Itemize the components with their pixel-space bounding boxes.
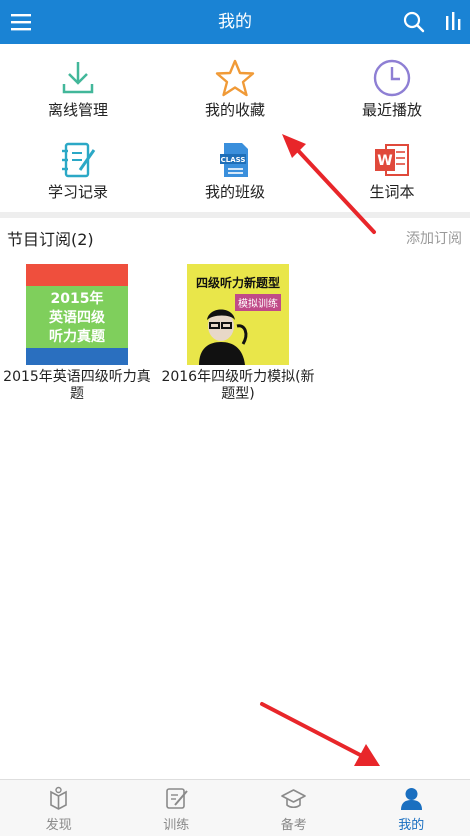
tab-label: 我的 — [398, 818, 425, 833]
page-title: 我的 — [218, 12, 252, 32]
program-cover: 四级听力新题型 模拟训练 — [187, 264, 289, 365]
program-title: 2016年四级听力模拟(新题型) — [161, 369, 315, 402]
statistics-icon[interactable] — [444, 10, 464, 34]
section-divider — [0, 212, 470, 218]
tab-label: 备考 — [280, 818, 307, 833]
program-card[interactable]: 2015年 英语四级 听力真题 2015年英语四级听力真题 — [0, 264, 157, 403]
practice-icon — [165, 788, 188, 809]
program-cover: 2015年 英语四级 听力真题 — [26, 264, 128, 365]
cover-text: 2015年 — [50, 291, 104, 307]
grid-item-label: 生词本 — [369, 183, 415, 201]
cover-text: 英语四级 — [49, 310, 105, 326]
star-icon — [215, 59, 255, 97]
subscriptions-heading: 节目订阅(2) — [7, 230, 94, 249]
tab-discover[interactable]: 发现 — [0, 780, 118, 836]
download-icon — [62, 62, 94, 94]
cover-text: 听力真题 — [49, 329, 105, 345]
tab-label: 发现 — [45, 818, 72, 833]
top-app-bar: 我的 — [0, 0, 470, 44]
grid-item-label: 离线管理 — [47, 101, 108, 119]
graduation-cap-icon — [281, 789, 306, 809]
tab-exam-prep[interactable]: 备考 — [235, 780, 353, 836]
clock-icon — [373, 59, 411, 97]
tab-me[interactable]: 我的 — [353, 780, 470, 836]
program-card[interactable]: 四级听力新题型 模拟训练 2016年四级听力模拟(新题型) — [158, 264, 318, 403]
person-illustration — [199, 309, 248, 365]
grid-item-label: 最近播放 — [361, 101, 422, 119]
svg-text:W: W — [377, 153, 392, 169]
grid-item-label: 我的收藏 — [204, 101, 265, 119]
cover-text: 四级听力新题型 — [195, 276, 280, 290]
annotation-arrow — [260, 702, 380, 766]
grid-item-favorites[interactable]: 我的收藏 — [157, 48, 313, 130]
grid-item-offline-management[interactable]: 离线管理 — [0, 48, 156, 130]
add-subscription-link[interactable]: 添加订阅 — [406, 228, 462, 248]
grid-item-label: 我的班级 — [204, 183, 265, 201]
class-document-icon: CLASS — [220, 143, 248, 177]
tab-practice[interactable]: 训练 — [118, 780, 236, 836]
program-title: 2015年英语四级听力真题 — [3, 369, 151, 402]
feature-grid: 离线管理 我的收藏 最近播放 学习记录 CLASS 我的班级 W 生词本 — [0, 44, 470, 212]
grid-item-recent-play[interactable]: 最近播放 — [314, 48, 470, 130]
word-document-icon: W — [375, 144, 409, 176]
grid-item-my-class[interactable]: CLASS 我的班级 — [157, 130, 313, 212]
user-icon — [400, 788, 422, 810]
search-icon[interactable] — [402, 10, 426, 34]
grid-item-vocabulary-book[interactable]: W 生词本 — [314, 130, 470, 212]
discover-icon — [50, 786, 67, 810]
grid-item-study-records[interactable]: 学习记录 — [0, 130, 156, 212]
grid-item-label: 学习记录 — [47, 183, 108, 201]
notebook-icon — [62, 142, 96, 178]
tab-label: 训练 — [163, 818, 190, 833]
bottom-tab-bar: 发现 训练 备考 我的 — [0, 779, 470, 836]
svg-text:CLASS: CLASS — [221, 156, 246, 164]
